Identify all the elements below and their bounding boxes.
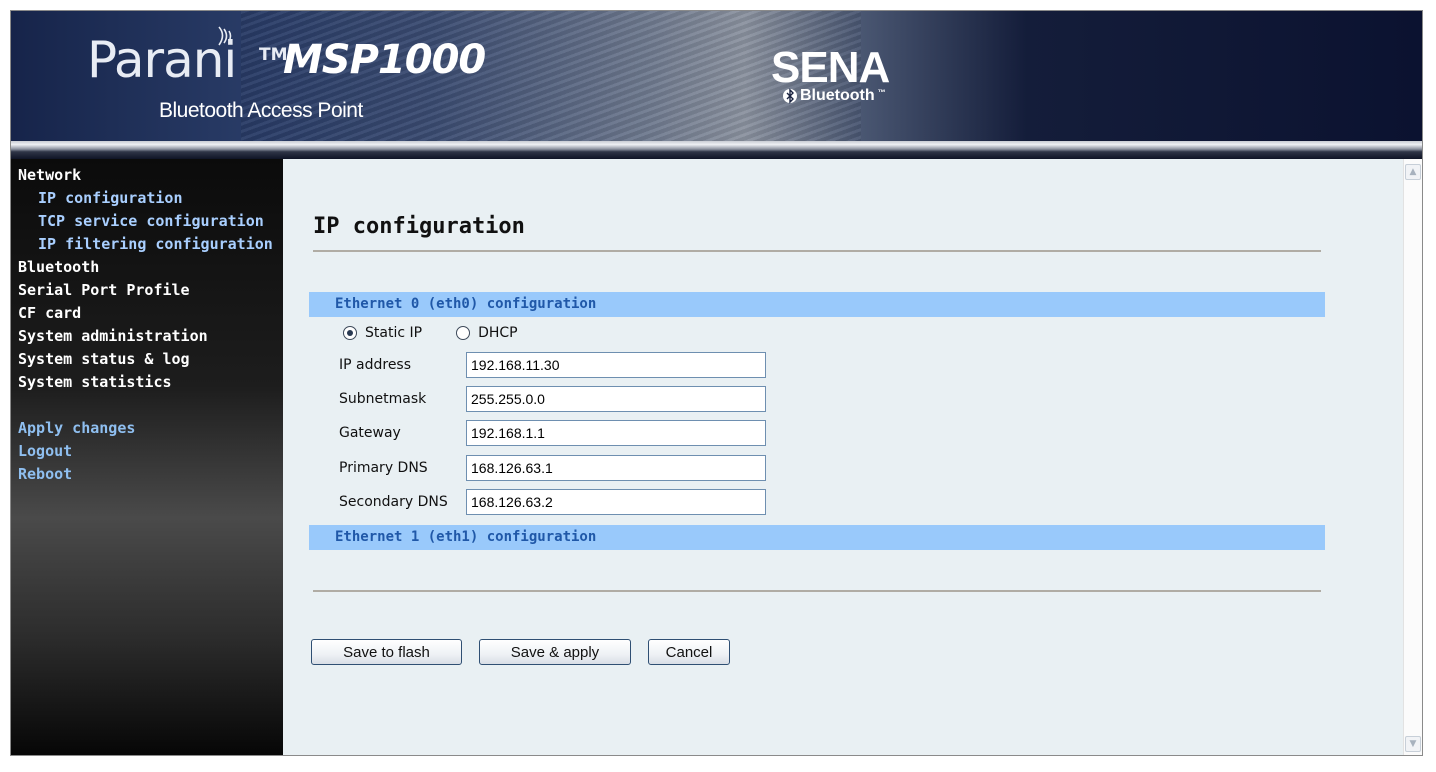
primary-dns-row: Primary DNS [339, 455, 766, 481]
product-subtitle: Bluetooth Access Point [159, 99, 363, 122]
bluetooth-logo: Bluetooth ™ [783, 87, 886, 105]
static-ip-radio[interactable] [343, 326, 357, 340]
gateway-label: Gateway [339, 425, 401, 441]
eth1-section-header[interactable]: Ethernet 1 (eth1) configuration [309, 525, 1325, 550]
scroll-up-icon[interactable]: ▲ [1405, 164, 1421, 180]
sidebar-item-network[interactable]: Network [11, 164, 283, 187]
bluetooth-trademark: ™ [877, 88, 886, 97]
static-ip-label[interactable]: Static IP [365, 325, 422, 341]
bluetooth-icon [783, 88, 797, 104]
ip-address-input[interactable] [466, 352, 766, 378]
subnetmask-row: Subnetmask [339, 386, 766, 412]
subnetmask-label: Subnetmask [339, 391, 427, 407]
vertical-scrollbar[interactable]: ▲ ▼ [1403, 159, 1422, 755]
title-divider [313, 250, 1321, 252]
ip-address-label: IP address [339, 357, 412, 373]
sidebar-item-serial-port-profile[interactable]: Serial Port Profile [11, 279, 283, 302]
sidebar-item-system-status-log[interactable]: System status & log [11, 348, 283, 371]
content-pane: IP configuration Ethernet 0 (eth0) confi… [283, 159, 1403, 755]
gateway-input[interactable] [466, 420, 766, 446]
gateway-row: Gateway [339, 420, 766, 446]
save-and-apply-button[interactable]: Save & apply [479, 639, 631, 665]
sidebar-item-tcp-service-configuration[interactable]: TCP service configuration [11, 210, 283, 233]
sidebar-item-system-statistics[interactable]: System statistics [11, 371, 283, 394]
apply-changes-link[interactable]: Apply changes [11, 417, 283, 440]
ip-mode-radio-group: Static IP DHCP [343, 325, 552, 341]
sidebar-item-ip-filtering-configuration[interactable]: IP filtering configuration [11, 233, 283, 256]
product-logo: Parani [87, 31, 237, 89]
header-banner: Parani TM MSP1000 Bluetooth Access Point… [11, 11, 1422, 141]
bluetooth-label: Bluetooth [800, 87, 875, 104]
banner-divider [11, 141, 1422, 159]
cancel-button[interactable]: Cancel [648, 639, 730, 665]
primary-dns-input[interactable] [466, 455, 766, 481]
sidebar-item-cf-card[interactable]: CF card [11, 302, 283, 325]
dhcp-radio[interactable] [456, 326, 471, 340]
secondary-dns-input[interactable] [466, 489, 766, 515]
secondary-dns-row: Secondary DNS [339, 489, 766, 515]
sidebar-item-bluetooth[interactable]: Bluetooth [11, 256, 283, 279]
app-frame: Parani TM MSP1000 Bluetooth Access Point… [10, 10, 1423, 756]
secondary-dns-label: Secondary DNS [339, 494, 448, 510]
logout-link[interactable]: Logout [11, 440, 283, 463]
page-title: IP configuration [313, 214, 525, 239]
sidebar-item-system-administration[interactable]: System administration [11, 325, 283, 348]
model-name: MSP1000 [283, 37, 486, 83]
reboot-link[interactable]: Reboot [11, 463, 283, 486]
dhcp-label[interactable]: DHCP [478, 325, 518, 341]
ip-address-row: IP address [339, 352, 766, 378]
primary-dns-label: Primary DNS [339, 460, 428, 476]
brand-logo: SENA [771, 43, 890, 92]
save-to-flash-button[interactable]: Save to flash [311, 639, 462, 665]
subnetmask-input[interactable] [466, 386, 766, 412]
sidebar-item-ip-configuration[interactable]: IP configuration [11, 187, 283, 210]
scroll-down-icon[interactable]: ▼ [1405, 736, 1421, 752]
sidebar-nav: Network IP configuration TCP service con… [11, 159, 283, 755]
eth0-section-header[interactable]: Ethernet 0 (eth0) configuration [309, 292, 1325, 317]
form-divider [313, 590, 1321, 592]
